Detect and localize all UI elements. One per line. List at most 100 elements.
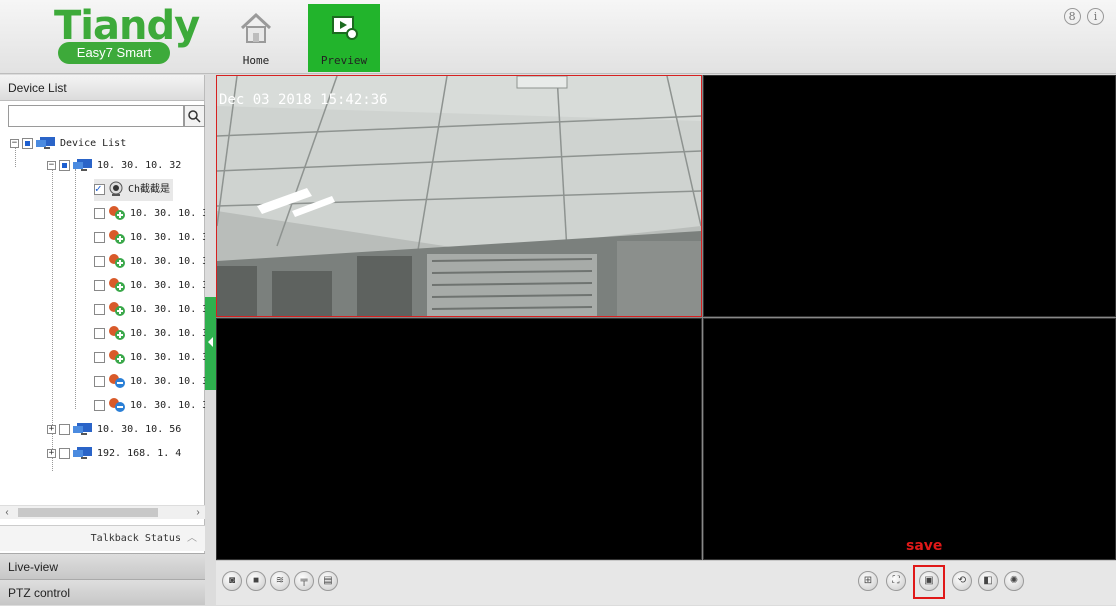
header-icons: 8 i — [1061, 8, 1104, 25]
checkbox[interactable] — [94, 303, 105, 315]
save-annotation: save — [906, 538, 943, 554]
tree-node-root[interactable]: − Device List — [10, 133, 126, 155]
tree-label: 10. 30. 10. 32报 — [130, 400, 205, 411]
tree-node-device[interactable]: +192. 168. 1. 4 — [47, 443, 181, 465]
monitor-icon — [36, 137, 55, 149]
tiandy-logo: Tiandy Easy7 Smart — [10, 4, 200, 68]
tree-node-device[interactable]: +10. 30. 10. 56 — [47, 419, 181, 441]
checkbox[interactable] — [94, 327, 105, 339]
tree-node-alarm[interactable]: 10. 30. 10. 32报 — [94, 299, 205, 321]
expand-toggle[interactable]: + — [47, 424, 56, 434]
collapse-toggle[interactable]: − — [47, 160, 56, 170]
tree-node-alarm[interactable]: 10. 30. 10. 32报 — [94, 347, 205, 369]
video-channel-1[interactable]: Dec 03 2018 15:42:36 — [216, 75, 702, 317]
grid-divider-horizontal — [216, 317, 1116, 318]
nav-preview-button[interactable]: Preview — [308, 4, 380, 72]
collapse-toggle[interactable]: − — [10, 138, 19, 148]
checkbox[interactable] — [94, 231, 105, 243]
checkbox[interactable] — [94, 279, 105, 291]
preview-icon — [332, 16, 358, 40]
tree-node-alarm[interactable]: 10. 30. 10. 32报 — [94, 227, 205, 249]
tree-node-alarm[interactable]: 10. 30. 10. 32报 — [94, 203, 205, 225]
tree-label: 10. 30. 10. 32报 — [130, 352, 205, 363]
search-icon — [188, 110, 201, 123]
checkbox[interactable] — [59, 423, 70, 435]
network-icon: ╤ — [300, 575, 308, 586]
checkbox[interactable] — [59, 159, 70, 171]
fullscreen-icon: ⛶ — [892, 575, 900, 586]
save-highlight-box — [913, 565, 945, 599]
scroll-right-icon[interactable]: › — [191, 506, 205, 520]
tree-label: Ch截截是 — [128, 184, 171, 195]
layout-icon: ⊞ — [863, 575, 873, 586]
camera-icon — [109, 181, 123, 196]
copy-icon: ▤ — [323, 575, 333, 586]
tree-node-alarm-out[interactable]: 10. 30. 10. 32报 — [94, 371, 205, 393]
video-channel-2[interactable] — [703, 75, 1116, 317]
header: Tiandy Easy7 Smart Home Preview 8 i — [0, 0, 1116, 74]
alarm-add-icon — [109, 278, 125, 292]
monitor-icon — [73, 423, 92, 435]
tree-label: 10. 30. 10. 32报 — [130, 376, 205, 387]
checkbox[interactable] — [22, 137, 33, 149]
tree-node-alarm[interactable]: 10. 30. 10. 32报 — [94, 323, 205, 345]
tree-node-alarm[interactable]: 10. 30. 10. 32报 — [94, 275, 205, 297]
record-icon: ■ — [252, 575, 260, 586]
snapshot-button[interactable]: ◙ — [222, 571, 242, 591]
search-row — [8, 105, 205, 129]
device-search-input[interactable] — [8, 105, 184, 127]
cycle-icon: ⟲ — [957, 575, 967, 586]
tree-node-channel[interactable]: Ch截截是 — [94, 178, 174, 201]
nav-preview-label: Preview — [320, 54, 368, 67]
monitor-icon — [73, 159, 92, 171]
talkback-label: Talkback Status — [90, 533, 181, 544]
talk-button[interactable]: ◧ — [978, 571, 998, 591]
checkbox[interactable] — [94, 399, 105, 411]
video-channel-3[interactable] — [216, 318, 702, 560]
scroll-left-icon[interactable]: ‹ — [0, 506, 14, 520]
alarm-add-icon — [109, 254, 125, 268]
horizontal-scrollbar[interactable]: ‹ › — [0, 505, 205, 519]
checkbox[interactable] — [94, 207, 105, 219]
chevron-up-icon: ︿ — [187, 533, 197, 544]
tree-label: Device List — [60, 138, 127, 149]
lock-icon[interactable]: 8 — [1063, 8, 1081, 25]
cycle-button[interactable]: ⟲ — [952, 571, 972, 591]
expand-toggle[interactable]: + — [47, 448, 56, 458]
tree-node-alarm[interactable]: 10. 30. 10. 32报 — [94, 251, 205, 273]
nav-home-label: Home — [242, 54, 270, 67]
nav-home-button[interactable]: Home — [220, 4, 292, 72]
video-channel-4[interactable] — [703, 318, 1116, 560]
network-button[interactable]: ╤ — [294, 571, 314, 591]
fullscreen-button[interactable]: ⛶ — [886, 571, 906, 591]
tree-node-alarm-out[interactable]: 10. 30. 10. 32报 — [94, 395, 205, 417]
scroll-thumb[interactable] — [18, 508, 158, 517]
checkbox[interactable] — [94, 351, 105, 363]
checkbox[interactable] — [94, 178, 105, 200]
audio-button[interactable]: ≋ — [270, 571, 290, 591]
layout-button[interactable]: ⊞ — [858, 571, 878, 591]
device-panel: Device List − Device List − 10. 30. 10. 32… — [0, 75, 205, 605]
talkback-status-bar[interactable]: Talkback Status ︿ — [0, 525, 205, 551]
panel-collapse-toggle[interactable] — [205, 297, 216, 390]
alarm-light-button[interactable]: ✺ — [1004, 571, 1024, 591]
alarm-add-icon — [109, 230, 125, 244]
video-grid: Dec 03 2018 15:42:36 — [216, 75, 1116, 560]
record-button[interactable]: ■ — [246, 571, 266, 591]
talk-icon: ◧ — [983, 575, 993, 586]
live-view-section[interactable]: Live-view — [0, 553, 205, 579]
ptz-control-section[interactable]: PTZ control — [0, 579, 205, 605]
tree-label: 10. 30. 10. 32报 — [130, 280, 205, 291]
copy-button[interactable]: ▤ — [318, 571, 338, 591]
logo-subtitle: Easy7 Smart — [58, 42, 170, 64]
checkbox[interactable] — [59, 447, 70, 459]
checkbox[interactable] — [94, 255, 105, 267]
info-icon[interactable]: i — [1087, 8, 1104, 25]
video-timestamp: Dec 03 2018 15:42:36 — [219, 92, 388, 108]
checkbox[interactable] — [94, 375, 105, 387]
alarm-light-icon: ✺ — [1009, 575, 1019, 586]
tree-node-device[interactable]: − 10. 30. 10. 32 — [47, 155, 181, 177]
camera-feed-image — [217, 76, 701, 316]
search-button[interactable] — [184, 105, 205, 127]
video-toolbar: ◙ ■ ≋ ╤ ▤ ⊞ ⛶ ▣ ⟲ ◧ ✺ — [216, 560, 1116, 605]
